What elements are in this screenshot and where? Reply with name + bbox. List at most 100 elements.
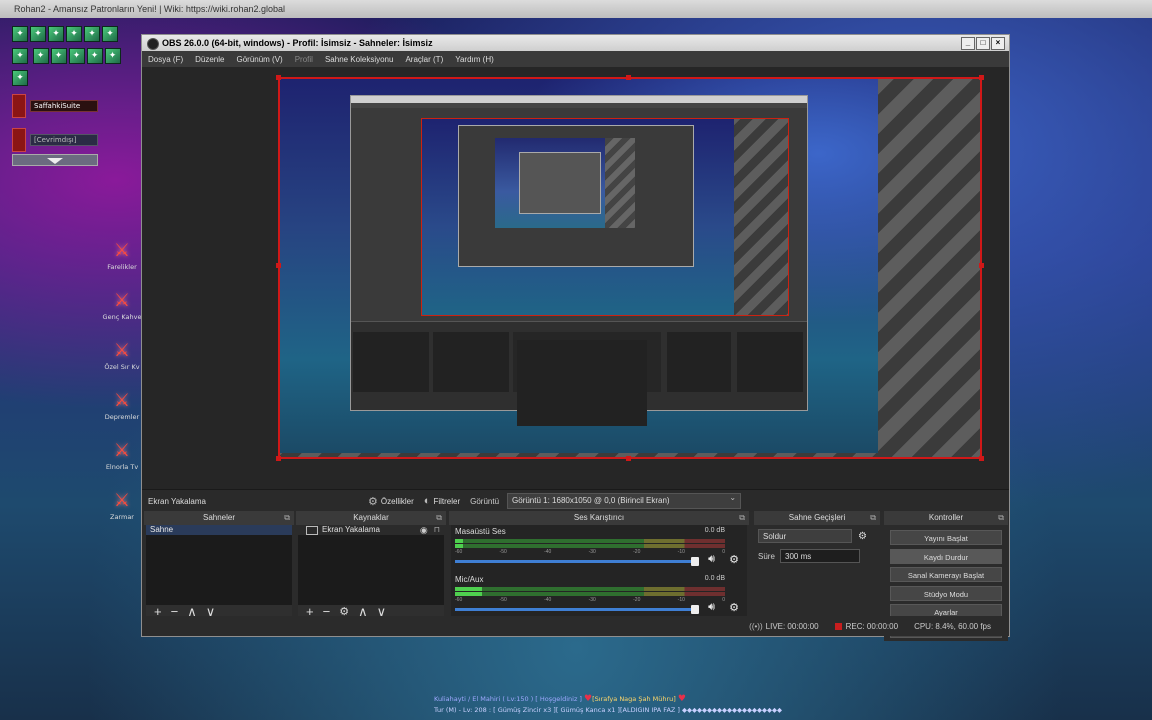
game-chat: Kuliahayti / El Mahiri ( Lv:150 ) [ Hoşg…: [434, 694, 864, 716]
transitions-header: Sahne Geçişleri: [788, 513, 846, 522]
sources-dock: Kaynaklar ⧉ Ekran Yakalama ◉ ⊓ + − ⚙ ∧ ∨: [296, 511, 446, 619]
duration-label: Süre: [758, 551, 775, 561]
display-label: Görüntü: [470, 496, 500, 506]
mixer-header: Ses Karıştırıcı: [573, 513, 625, 522]
control-button[interactable]: Sanal Kamerayı Başlat: [890, 567, 1002, 582]
sources-list: Ekran Yakalama ◉ ⊓: [298, 525, 444, 605]
buff-icon[interactable]: ✦: [86, 48, 103, 64]
menu-item[interactable]: Düzenle: [195, 55, 224, 64]
mixer-track: Masaüstü Ses 0.0 dB -60 -50 -40 -30 -20 -10 0 …: [455, 527, 739, 566]
skill-shortcut[interactable]: ⚔ Elnorla Tv: [100, 440, 144, 471]
resize-handle[interactable]: [276, 75, 281, 80]
menu-item[interactable]: Profil: [295, 55, 313, 64]
undock-icon[interactable]: ⧉: [284, 511, 290, 525]
menu-item[interactable]: Sahne Koleksiyonu: [325, 55, 394, 64]
buff-icon[interactable]: ✦: [48, 26, 64, 42]
game-window-title: Rohan2 - Amansız Patronların Yeni! | Wik…: [14, 4, 285, 14]
slider-knob[interactable]: [691, 605, 699, 614]
live-status: ((•)) LIVE: 00:00:00: [749, 621, 819, 631]
buff-icon[interactable]: ✦: [104, 48, 121, 64]
volume-slider[interactable]: [455, 557, 699, 566]
buff-icon[interactable]: ✦: [12, 26, 28, 42]
resize-handle[interactable]: [276, 456, 281, 461]
buff-icon[interactable]: ✦: [84, 26, 100, 42]
chat-item-link[interactable]: [Sırafya Naga Şah Mühru]: [592, 695, 676, 703]
duration-input[interactable]: 300 ms: [780, 549, 860, 563]
properties-button[interactable]: ⚙ Özellikler: [368, 495, 414, 508]
obs-window: OBS 26.0.0 (64-bit, windows) - Profil: İ…: [141, 34, 1010, 641]
scene-item[interactable]: Sahne: [146, 525, 292, 535]
speaker-icon[interactable]: 🔊︎: [708, 601, 715, 614]
skill-shortcut[interactable]: ⚔ Farelikler: [100, 240, 144, 271]
resize-handle[interactable]: [626, 456, 631, 461]
minimize-button[interactable]: _: [961, 37, 975, 50]
buff-icon[interactable]: ✦: [12, 70, 28, 86]
skill-shortcut[interactable]: ⚔ Depremler: [100, 390, 144, 421]
hp-orb-icon: [12, 94, 26, 118]
slider-knob[interactable]: [691, 557, 699, 566]
resize-handle[interactable]: [979, 75, 984, 80]
menu-item[interactable]: Yardım (H): [455, 55, 494, 64]
undock-icon[interactable]: ⧉: [739, 511, 745, 525]
skill-shortcut[interactable]: ⚔ Zarmar: [100, 490, 144, 521]
close-button[interactable]: ×: [991, 37, 1005, 50]
gear-icon[interactable]: ⚙: [729, 601, 739, 614]
buff-icon[interactable]: ✦: [32, 48, 49, 64]
display-select[interactable]: Görüntü 1: 1680x1050 @ 0,0 (Birincil Ekr…: [507, 491, 742, 509]
gear-icon[interactable]: ⚙: [729, 553, 739, 566]
filters-button[interactable]: ◐ Filtreler: [424, 495, 460, 507]
buff-icon[interactable]: ✦: [102, 26, 118, 42]
obs-logo-icon: [147, 38, 159, 50]
transition-select[interactable]: Soldur: [758, 529, 852, 543]
sword-icon: ⚔: [113, 390, 131, 411]
speaker-icon[interactable]: 🔊︎: [708, 553, 715, 566]
audio-meter: [455, 587, 725, 591]
control-button[interactable]: Stüdyo Modu: [890, 585, 1002, 601]
buff-icon[interactable]: ✦: [50, 48, 67, 64]
nested-preview: [421, 118, 789, 316]
source-item[interactable]: Ekran Yakalama ◉ ⊓: [298, 525, 444, 535]
controls-header: Kontroller: [928, 513, 964, 522]
preview-area[interactable]: [142, 67, 1009, 489]
preview-canvas[interactable]: [276, 75, 984, 461]
undock-icon[interactable]: ⧉: [998, 511, 1004, 525]
status-bar: ((•)) LIVE: 00:00:00 REC: 00:00:00 CPU: 8…: [142, 616, 1009, 636]
buff-icon[interactable]: ✦: [30, 26, 46, 42]
resize-handle[interactable]: [276, 263, 281, 268]
obs-titlebar[interactable]: OBS 26.0.0 (64-bit, windows) - Profil: İ…: [142, 35, 1009, 51]
menu-item[interactable]: Dosya (F): [148, 55, 183, 64]
source-context-bar: Ekran Yakalama ⚙ Özellikler ◐ Filtreler Gö…: [142, 489, 1009, 512]
audio-mixer-dock: Ses Karıştırıcı ⧉ Masaüstü Ses 0.0 dB -60…: [449, 511, 749, 617]
skill-shortcut[interactable]: ⚔ Genç Kahve: [100, 290, 144, 321]
undock-icon[interactable]: ⧉: [436, 511, 442, 525]
maximize-button[interactable]: □: [976, 37, 990, 50]
buff-icon[interactable]: ✦: [66, 26, 82, 42]
audio-meter: [455, 592, 725, 596]
volume-slider[interactable]: [455, 605, 699, 614]
resize-handle[interactable]: [979, 456, 984, 461]
control-button[interactable]: Kaydı Durdur: [890, 548, 1002, 564]
party-member-bar[interactable]: [Cevrimdışı]: [30, 134, 98, 146]
control-button[interactable]: Yayını Başlat: [890, 530, 1002, 545]
buff-icon[interactable]: ✦: [12, 48, 28, 64]
monitor-icon: [306, 525, 318, 535]
eye-icon[interactable]: ◉: [420, 525, 428, 535]
rec-status: REC: 00:00:00: [834, 622, 898, 631]
gear-icon: ⚙: [368, 495, 378, 508]
mixer-track: Mic/Aux 0.0 dB -60 -50 -40 -30 -20 -10 0 🔊︎ ⚙: [455, 575, 739, 614]
skill-shortcut[interactable]: ⚔ Özel Sır Kv: [100, 340, 144, 371]
party-member-bar[interactable]: SaffahkiSuite: [30, 100, 98, 112]
menu-item[interactable]: Araçlar (T): [405, 55, 443, 64]
menu-item[interactable]: Görünüm (V): [236, 55, 282, 64]
sword-icon: ⚔: [113, 490, 131, 511]
gear-icon[interactable]: ⚙: [858, 531, 867, 542]
resize-handle[interactable]: [626, 75, 631, 80]
buff-icon[interactable]: ✦: [68, 48, 85, 64]
sword-icon: ⚔: [113, 290, 131, 311]
lock-icon[interactable]: ⊓: [434, 525, 440, 535]
undock-icon[interactable]: ⧉: [870, 511, 876, 525]
resize-handle[interactable]: [979, 263, 984, 268]
sword-icon: ⚔: [113, 440, 131, 461]
collapse-party-button[interactable]: [12, 154, 98, 166]
game-window-titlebar: Rohan2 - Amansız Patronların Yeni! | Wik…: [0, 0, 1152, 18]
